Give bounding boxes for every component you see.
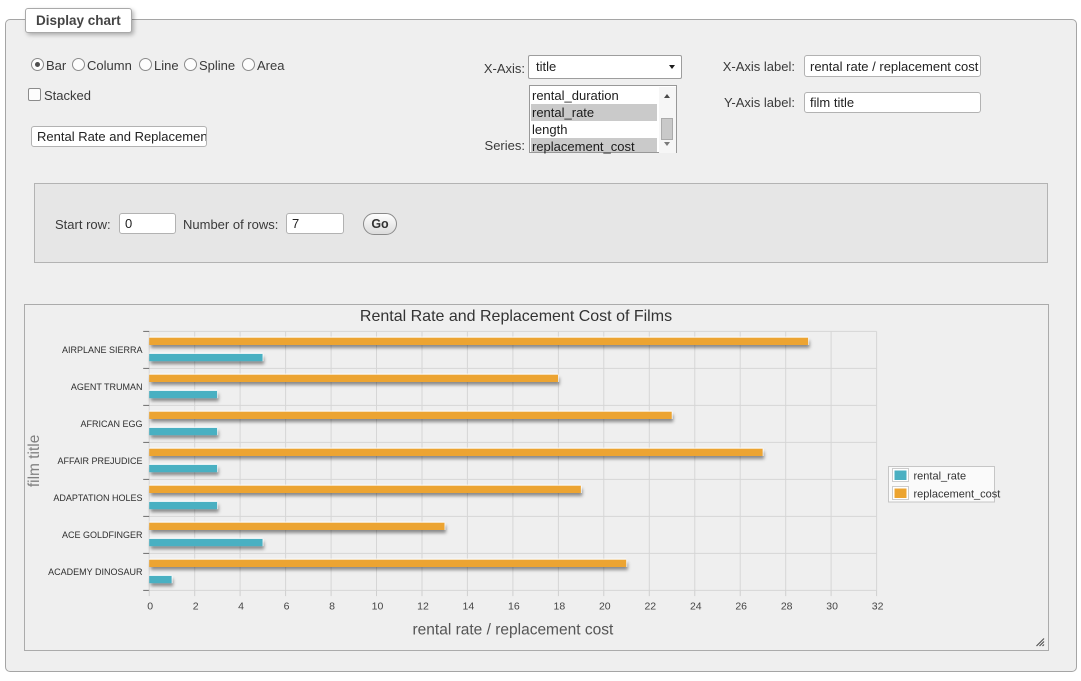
svg-text:30: 30 [826,601,838,613]
svg-text:ADAPTATION HOLES: ADAPTATION HOLES [53,493,142,503]
svg-text:10: 10 [372,601,384,613]
svg-text:AFFAIR PREJUDICE: AFFAIR PREJUDICE [57,456,142,466]
svg-text:ACE GOLDFINGER: ACE GOLDFINGER [62,530,143,540]
svg-text:rental_rate: rental_rate [914,471,967,483]
svg-text:AFRICAN EGG: AFRICAN EGG [80,419,142,429]
svg-text:0: 0 [147,601,153,613]
svg-text:24: 24 [690,601,702,613]
svg-text:12: 12 [417,601,429,613]
svg-text:6: 6 [284,601,290,613]
svg-text:20: 20 [599,601,611,613]
svg-text:film title: film title [26,435,43,488]
svg-text:2: 2 [193,601,199,613]
svg-text:AGENT TRUMAN: AGENT TRUMAN [71,382,143,392]
svg-text:28: 28 [781,601,793,613]
svg-text:4: 4 [238,601,244,613]
svg-text:Rental Rate and Replacement Co: Rental Rate and Replacement Cost of Film… [360,308,672,325]
svg-text:32: 32 [872,601,884,613]
svg-text:8: 8 [329,601,335,613]
svg-text:replacement_cost: replacement_cost [914,489,1001,501]
svg-text:rental rate / replacement cost: rental rate / replacement cost [413,621,614,638]
svg-text:14: 14 [463,601,475,613]
svg-text:22: 22 [644,601,656,613]
svg-text:18: 18 [554,601,566,613]
svg-text:26: 26 [735,601,747,613]
svg-text:AIRPLANE SIERRA: AIRPLANE SIERRA [62,345,143,355]
svg-text:ACADEMY DINOSAUR: ACADEMY DINOSAUR [48,567,143,577]
svg-text:16: 16 [508,601,520,613]
